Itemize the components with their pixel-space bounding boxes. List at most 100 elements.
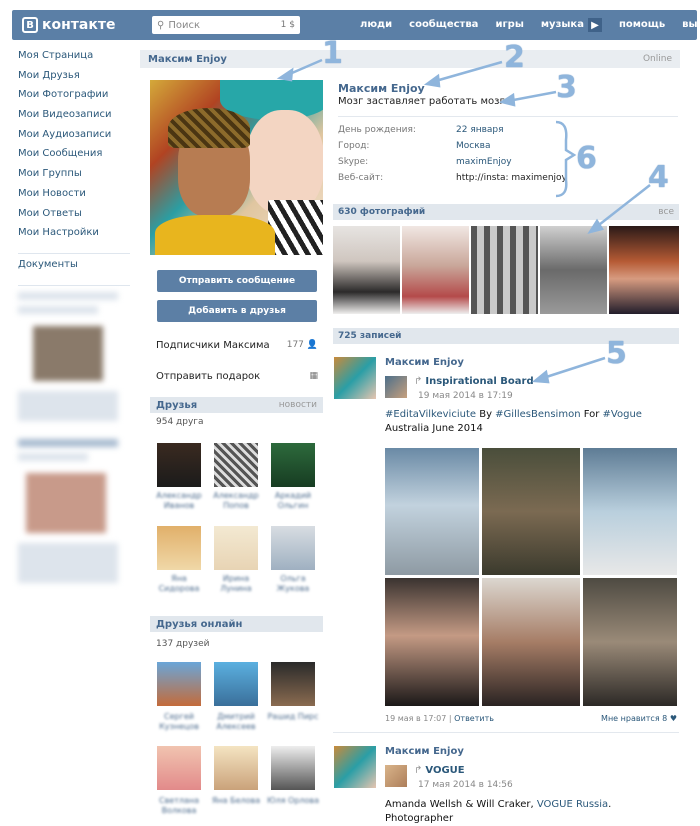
- repost-source[interactable]: ↱ VOGUE: [414, 765, 465, 776]
- post-divider: [333, 732, 679, 733]
- friend-online-avatar[interactable]: [214, 746, 258, 790]
- repost-source-avatar[interactable]: [385, 765, 407, 787]
- friend-avatar[interactable]: [157, 526, 201, 570]
- friends-news-link[interactable]: новости: [279, 400, 317, 410]
- post-text: Amanda Wellsh & Will Craker, VOGUE Russi…: [385, 799, 612, 824]
- menu-my-photos[interactable]: Мои Фотографии: [18, 89, 130, 109]
- menu-my-messages[interactable]: Мои Сообщения: [18, 148, 130, 168]
- annotation-6: 6: [576, 141, 597, 176]
- friend-online-avatar[interactable]: [157, 746, 201, 790]
- ad-image[interactable]: [33, 325, 103, 381]
- post-date[interactable]: 19 мая 2014 в 17:19: [418, 391, 513, 401]
- friend-online-name[interactable]: Яна Белова: [207, 796, 265, 806]
- friends-section-header[interactable]: Друзья новости: [150, 397, 323, 413]
- menu-my-videos[interactable]: Мои Видеозаписи: [18, 109, 130, 129]
- friend-avatar[interactable]: [214, 526, 258, 570]
- annotation-2: 2: [504, 40, 525, 75]
- repost-source[interactable]: ↱ Inspirational Board: [414, 376, 534, 387]
- info-value[interactable]: 22 января: [456, 125, 504, 135]
- profile-status[interactable]: Мозг заставляет работать мозг.: [338, 96, 508, 107]
- post-author-avatar[interactable]: [334, 357, 376, 399]
- info-value[interactable]: Москва: [456, 141, 490, 151]
- photo-thumbnail[interactable]: [402, 226, 469, 314]
- info-value[interactable]: http://insta: maximenjoy: [456, 173, 567, 183]
- menu-my-groups[interactable]: Мои Группы: [18, 168, 130, 188]
- nav-people[interactable]: люди: [360, 19, 392, 32]
- info-value[interactable]: maximEnjoy: [456, 157, 512, 167]
- post-date[interactable]: 17 мая 2014 в 14:56: [418, 780, 513, 790]
- friend-name[interactable]: Александр Иванов: [150, 491, 208, 511]
- vk-logo[interactable]: В контакте: [22, 17, 115, 33]
- friend-avatar[interactable]: [271, 443, 315, 487]
- post-image[interactable]: [583, 448, 677, 575]
- friend-online-name[interactable]: Рашид Пирс: [264, 712, 322, 722]
- like-button[interactable]: Мне нравится 8 ♥: [601, 714, 677, 723]
- nav-communities[interactable]: сообщества: [409, 19, 478, 32]
- nav-help[interactable]: помощь: [619, 19, 665, 32]
- menu-my-answers[interactable]: Мои Ответы: [18, 208, 130, 228]
- photo-thumbnail[interactable]: [471, 226, 538, 314]
- repost-source-avatar[interactable]: [385, 376, 407, 398]
- friend-name[interactable]: Яна Сидорова: [150, 574, 208, 594]
- friend-name[interactable]: Аркадий Ольгин: [264, 491, 322, 511]
- photo-detail: [268, 200, 323, 255]
- post-image[interactable]: [482, 578, 580, 706]
- ad-image[interactable]: [26, 472, 106, 533]
- profile-photo[interactable]: [150, 80, 323, 255]
- photos-section-header[interactable]: 630 фотографий все: [333, 204, 679, 220]
- wall-section-header[interactable]: 725 записей: [333, 328, 679, 344]
- friend-online-avatar[interactable]: [157, 662, 201, 706]
- post-image[interactable]: [482, 448, 580, 575]
- friend-name[interactable]: Ирина Лунина: [207, 574, 265, 594]
- friend-avatar[interactable]: [157, 443, 201, 487]
- hashtag[interactable]: #Vogue: [603, 409, 642, 420]
- subscribers-link[interactable]: Подписчики Максима 177 👤: [156, 340, 318, 351]
- nav-music[interactable]: музыка: [541, 19, 584, 32]
- post-image[interactable]: [385, 448, 479, 575]
- hashtag[interactable]: #GillesBensimon: [495, 409, 580, 420]
- friends-online-header[interactable]: Друзья онлайн: [150, 616, 323, 632]
- friend-online-name[interactable]: Сергей Кузнецов: [150, 712, 208, 732]
- post-author-avatar[interactable]: [334, 746, 376, 788]
- friend-name[interactable]: Ольга Жукова: [264, 574, 322, 594]
- hashtag[interactable]: #EditaVilkeviciute: [385, 409, 476, 420]
- search-input[interactable]: ⚲ Поиск 1 $: [152, 16, 300, 34]
- photo-thumbnail[interactable]: [540, 226, 607, 314]
- top-nav: люди сообщества игры музыка ▶ помощь вый…: [360, 18, 700, 32]
- friend-online-avatar[interactable]: [271, 746, 315, 790]
- photos-all-link[interactable]: все: [658, 207, 674, 217]
- menu-my-news[interactable]: Мои Новости: [18, 188, 130, 208]
- post-image[interactable]: [583, 578, 677, 706]
- photo-thumbnail[interactable]: [609, 226, 679, 314]
- menu-my-audio[interactable]: Мои Аудиозаписи: [18, 129, 130, 149]
- reply-link[interactable]: Ответить: [454, 714, 494, 723]
- menu-my-friends[interactable]: Мои Друзья: [18, 70, 130, 90]
- ad-subtitle: [18, 452, 88, 461]
- send-gift-link[interactable]: Отправить подарок ▦: [156, 371, 318, 382]
- friend-avatar[interactable]: [271, 526, 315, 570]
- nav-logout[interactable]: выйти: [682, 19, 700, 32]
- friend-online-avatar[interactable]: [214, 662, 258, 706]
- send-message-button[interactable]: Отправить сообщение: [157, 270, 317, 292]
- friend-online-avatar[interactable]: [271, 662, 315, 706]
- menu-my-page[interactable]: Моя Страница: [18, 50, 130, 70]
- post-author[interactable]: Максим Enjoy: [385, 746, 464, 757]
- post-footer: 19 мая в 17:07 | Ответить Мне нравится 8…: [385, 714, 677, 723]
- photo-thumbnail[interactable]: [333, 226, 400, 314]
- menu-documents[interactable]: Документы: [18, 259, 130, 279]
- add-friend-button[interactable]: Добавить в друзья: [157, 300, 317, 322]
- friend-online-name[interactable]: Светлана Волкова: [150, 796, 208, 816]
- friend-avatar[interactable]: [214, 443, 258, 487]
- post-text: #EditaVilkeviciute By #GillesBensimon Fo…: [385, 409, 642, 434]
- friends-online-count: 137 друзей: [156, 639, 210, 649]
- post-image[interactable]: [385, 578, 479, 706]
- nav-games[interactable]: игры: [495, 19, 523, 32]
- post-author[interactable]: Максим Enjoy: [385, 357, 464, 368]
- send-gift-label: Отправить подарок: [156, 371, 261, 382]
- mention[interactable]: VOGUE Russia: [537, 799, 608, 810]
- play-icon[interactable]: ▶: [587, 18, 602, 32]
- menu-my-settings[interactable]: Мои Настройки: [18, 227, 130, 247]
- friend-online-name[interactable]: Юля Орлова: [264, 796, 322, 806]
- friend-online-name[interactable]: Дмитрий Алексеев: [207, 712, 265, 732]
- friend-name[interactable]: Александр Попов: [207, 491, 265, 511]
